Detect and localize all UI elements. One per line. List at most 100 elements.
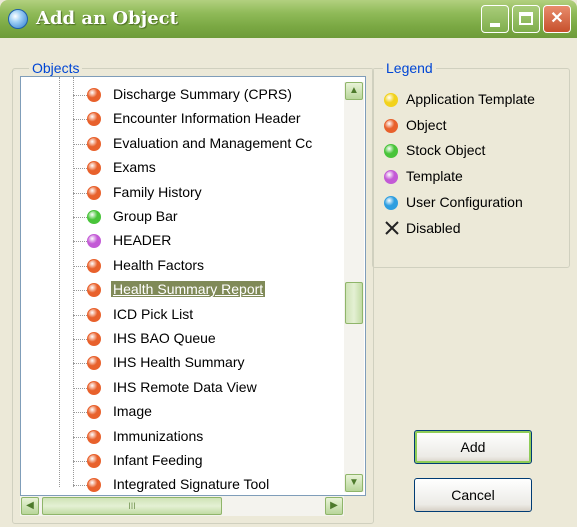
- object-list-item[interactable]: Health Summary Report: [21, 278, 346, 302]
- object-list-item[interactable]: Health Factors: [21, 254, 346, 278]
- legend-group-label: Legend: [383, 60, 436, 76]
- scroll-right-button[interactable]: ▶: [325, 497, 343, 515]
- tree-line: [73, 217, 87, 218]
- minimize-button[interactable]: [481, 5, 509, 33]
- legend-item-label: Application Template: [406, 91, 535, 107]
- legend-item-label: Object: [406, 116, 447, 133]
- scroll-up-button[interactable]: ▲: [345, 82, 363, 100]
- object-list-item[interactable]: IHS Health Summary: [21, 351, 346, 375]
- legend-item-object: Object: [384, 114, 569, 138]
- object-list-item-label: Family History: [113, 183, 202, 200]
- object-list-item[interactable]: HEADER: [21, 229, 346, 253]
- object-list-item-label: Group Bar: [113, 208, 178, 224]
- object-list-item-label: IHS Remote Data View: [113, 378, 257, 395]
- add-button[interactable]: Add: [414, 430, 532, 464]
- object-list-item[interactable]: Family History: [21, 181, 346, 205]
- tree-line: [73, 290, 87, 292]
- object-bullet-icon: [87, 478, 101, 493]
- template-bullet-icon: [87, 234, 101, 249]
- cancel-button[interactable]: Cancel: [414, 478, 532, 512]
- legend-item-label: Disabled: [406, 219, 461, 236]
- object-bullet-icon: [87, 429, 101, 444]
- maximize-button[interactable]: [512, 5, 540, 33]
- object-list-item[interactable]: IHS Remote Data View: [21, 376, 346, 400]
- object-list-item-label: Health Summary Report: [111, 281, 266, 298]
- object-bullet-icon: [87, 185, 101, 200]
- object-bullet-icon: [87, 380, 101, 395]
- title-bar[interactable]: Add an Object ✕: [0, 0, 577, 38]
- close-button[interactable]: ✕: [543, 5, 571, 33]
- tree-line: [73, 192, 87, 194]
- legend-item-label: User Configuration: [406, 193, 523, 210]
- disabled-x-icon: [384, 220, 400, 236]
- scroll-down-button[interactable]: ▼: [345, 474, 363, 492]
- object-list-item[interactable]: Discharge Summary (CPRS): [21, 83, 346, 107]
- tree-line: [73, 363, 87, 365]
- object-bullet-icon: [87, 307, 101, 322]
- object-bullet-icon: [87, 332, 101, 346]
- horizontal-scrollbar[interactable]: ◀ III ▶: [20, 496, 344, 516]
- object-list-item[interactable]: Infant Feeding: [21, 449, 346, 473]
- objects-list[interactable]: Discharge Summary (CPRS) Encounter Inform…: [20, 76, 366, 496]
- add-object-dialog: Add an Object ✕ Objects Discharge Summar…: [0, 0, 577, 527]
- object-list-item-label: Evaluation and Management Cc: [113, 134, 313, 151]
- objects-group-label: Objects: [29, 60, 83, 76]
- object-bullet-icon: [87, 356, 101, 371]
- maximize-icon: [519, 12, 533, 25]
- object-bullet-icon: [87, 405, 101, 420]
- stock-bullet-icon: [87, 210, 101, 224]
- object-list-item[interactable]: Immunizations: [21, 425, 346, 449]
- object-list-item[interactable]: ICD Pick List: [21, 303, 346, 327]
- object-bullet-icon: [87, 88, 101, 102]
- object-bullet-icon: [87, 112, 101, 127]
- scrollbar-corner: [344, 496, 366, 516]
- object-bullet-icon: [87, 283, 101, 298]
- legend-item-user: User Configuration: [384, 191, 569, 215]
- tree-line: [73, 241, 87, 243]
- object-list-item[interactable]: Encounter Information Header: [21, 107, 346, 131]
- object-list-item[interactable]: Evaluation and Management Cc: [21, 132, 346, 156]
- object-list-item[interactable]: IHS BAO Queue: [21, 327, 346, 351]
- vertical-scrollbar[interactable]: ▲ ▼: [344, 82, 364, 492]
- user-bullet-icon: [384, 195, 398, 210]
- tree-line: [73, 339, 87, 340]
- legend-item-application: Application Template: [384, 88, 569, 112]
- object-bullet-icon: [384, 118, 398, 133]
- object-bullet-icon: [87, 136, 101, 151]
- minimize-icon: [490, 23, 500, 27]
- object-list-item-label: Exams: [113, 159, 156, 176]
- object-list-item[interactable]: Exams: [21, 156, 346, 180]
- scroll-left-button[interactable]: ◀: [21, 497, 39, 515]
- object-list-item-label: Health Factors: [113, 256, 205, 273]
- tree-line: [73, 387, 87, 389]
- tree-line: [73, 168, 87, 170]
- tree-line: [73, 412, 87, 414]
- legend-item-disabled: Disabled: [384, 217, 569, 241]
- tree-line: [73, 436, 87, 438]
- app-globe-icon: [8, 9, 28, 29]
- object-list-item-label: Infant Feeding: [113, 452, 203, 468]
- tree-line: [73, 485, 87, 487]
- object-list-item[interactable]: Group Bar: [21, 205, 346, 229]
- application-bullet-icon: [384, 93, 398, 107]
- legend-item-template: Template: [384, 165, 569, 189]
- tree-line: [73, 143, 87, 145]
- window-title: Add an Object: [36, 8, 178, 29]
- legend-item-label: Template: [406, 168, 463, 185]
- object-list-item[interactable]: Image: [21, 400, 346, 424]
- object-list-item-label: IHS BAO Queue: [113, 330, 216, 346]
- stock-bullet-icon: [384, 144, 398, 159]
- tree-line: [73, 119, 87, 121]
- object-list-item[interactable]: Integrated Signature Tool: [21, 473, 346, 495]
- legend-item-label: Stock Object: [406, 142, 486, 159]
- legend-item-stock: Stock Object: [384, 139, 569, 163]
- object-bullet-icon: [87, 258, 101, 273]
- object-list-item-label: Image: [113, 403, 152, 420]
- object-list-item-label: Discharge Summary (CPRS): [113, 86, 292, 102]
- object-list-item-label: Integrated Signature Tool: [113, 476, 270, 493]
- vertical-scroll-thumb[interactable]: [345, 282, 363, 324]
- object-list-item-label: IHS Health Summary: [113, 354, 245, 371]
- scroll-grip: III: [128, 501, 136, 511]
- tree-line: [73, 461, 87, 462]
- horizontal-scroll-thumb[interactable]: III: [42, 497, 222, 515]
